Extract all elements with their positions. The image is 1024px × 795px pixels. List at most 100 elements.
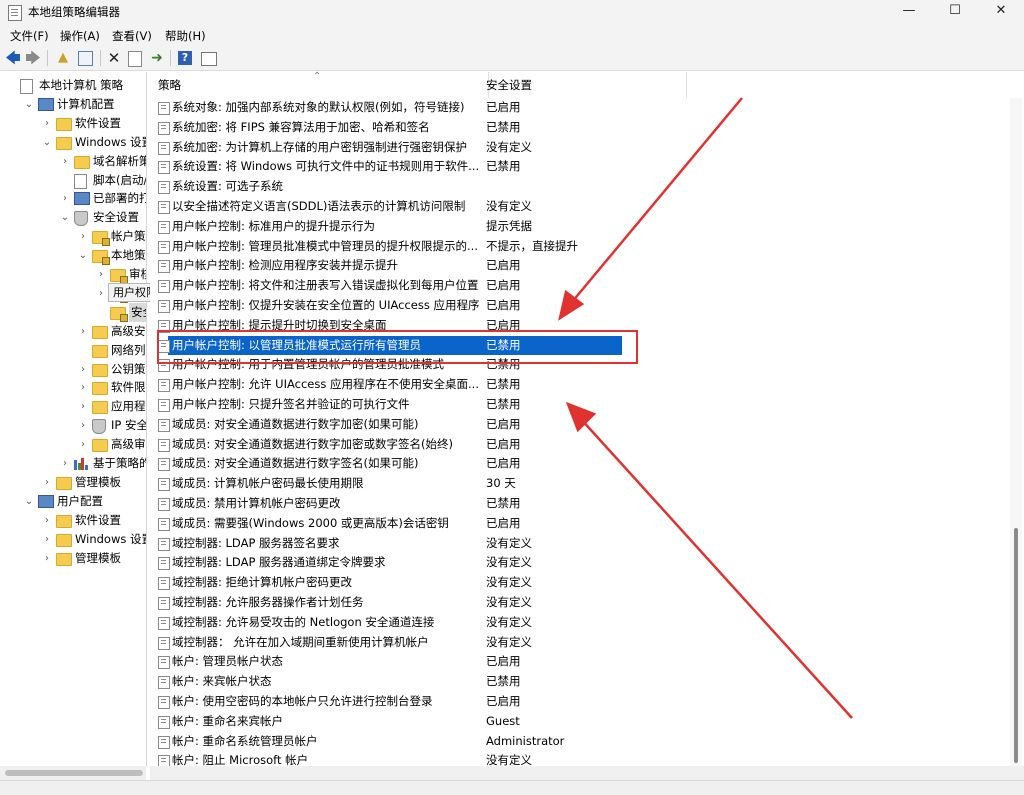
table-row[interactable]: 域控制器: LDAP 服务器通道绑定令牌要求 没有定义: [150, 553, 1010, 573]
view-icon[interactable]: [201, 52, 217, 66]
table-row[interactable]: 用户帐户控制: 将文件和注册表写入错误虚拟化到每用户位置 已启用: [150, 276, 1010, 296]
chevron-right-icon[interactable]: ›: [78, 360, 88, 379]
table-row[interactable]: 域控制器: LDAP 服务器签名要求 没有定义: [150, 534, 1010, 554]
tree-node[interactable]: ⌄ Windows 设置: [0, 133, 146, 152]
chevron-right-icon[interactable]: ›: [60, 189, 70, 208]
table-row[interactable]: 系统加密: 为计算机上存储的用户密钥强制进行强密钥保护 没有定义: [150, 138, 1010, 158]
table-row[interactable]: 系统设置: 将 Windows 可执行文件中的证书规则用于软件... 已禁用: [150, 157, 1010, 177]
tree-node[interactable]: › 帐户策略: [0, 227, 146, 247]
table-row[interactable]: 域成员: 对安全通道数据进行数字加密(如果可能) 已启用: [150, 415, 1010, 435]
tree-node[interactable]: › 域名解析策略: [0, 152, 146, 171]
table-row[interactable]: 帐户: 重命名系统管理员帐户 Administrator: [150, 732, 1010, 752]
policy-horizontal-scrollbar[interactable]: [150, 766, 1024, 780]
up-folder-icon[interactable]: ▲: [54, 49, 72, 67]
tree-node[interactable]: ⌄ 用户配置: [0, 492, 146, 511]
table-row[interactable]: 用户帐户控制: 允许 UIAccess 应用程序在不使用安全桌面... 已禁用: [150, 375, 1010, 395]
chevron-right-icon[interactable]: ›: [78, 322, 88, 341]
table-row[interactable]: 系统加密: 将 FIPS 兼容算法用于加密、哈希和签名 已禁用: [150, 118, 1010, 138]
maximize-button[interactable]: ☐: [932, 0, 978, 24]
table-row[interactable]: 域控制器: 允许服务器操作者计划任务 没有定义: [150, 593, 1010, 613]
tree-node[interactable]: › IP 安全策: [0, 416, 146, 435]
policy-vertical-scrollbar[interactable]: [1010, 98, 1022, 766]
tree-node[interactable]: 安全选: [0, 302, 146, 322]
back-arrow-icon[interactable]: 🡄: [4, 49, 22, 67]
tree-node[interactable]: › 高级安全: [0, 322, 146, 341]
table-row[interactable]: 用户帐户控制: 管理员批准模式中管理员的提升权限提示的... 不提示，直接提升: [150, 237, 1010, 257]
chevron-right-icon[interactable]: ›: [78, 416, 88, 435]
tree-node[interactable]: 本地计算机 策略: [0, 76, 146, 95]
tree-node[interactable]: › 基于策略的 C: [0, 454, 146, 473]
chevron-down-icon[interactable]: ⌄: [78, 246, 88, 265]
table-row[interactable]: 用户帐户控制: 只提升签名并验证的可执行文件 已禁用: [150, 395, 1010, 415]
tree-scroll-thumb[interactable]: [5, 770, 143, 776]
chevron-right-icon[interactable]: ›: [60, 152, 70, 171]
table-row[interactable]: 用户帐户控制: 仅提升安装在安全位置的 UIAccess 应用程序 已启用: [150, 296, 1010, 316]
show-tree-icon[interactable]: [78, 51, 93, 66]
table-row[interactable]: 域成员: 对安全通道数据进行数字加密或数字签名(始终) 已启用: [150, 435, 1010, 455]
chevron-right-icon[interactable]: ›: [42, 549, 52, 568]
table-row[interactable]: 域控制器: 拒绝计算机帐户密码更改 没有定义: [150, 573, 1010, 593]
table-row[interactable]: 域成员: 需要强(Windows 2000 或更高版本)会话密钥 已启用: [150, 514, 1010, 534]
table-row[interactable]: 以安全描述符定义语言(SDDL)语法表示的计算机访问限制 没有定义: [150, 197, 1010, 217]
chevron-right-icon[interactable]: ›: [42, 473, 52, 492]
chevron-right-icon[interactable]: ›: [78, 435, 88, 454]
policy-scroll-thumb[interactable]: [1014, 528, 1018, 763]
tree-node[interactable]: › 高级审核: [0, 435, 146, 454]
tree-node[interactable]: 网络列表: [0, 341, 146, 360]
chevron-right-icon[interactable]: ›: [78, 397, 88, 416]
close-button[interactable]: ✕: [978, 0, 1024, 24]
table-row[interactable]: 帐户: 重命名来宾帐户 Guest: [150, 712, 1010, 732]
tree-node[interactable]: › 审核策: [0, 265, 146, 284]
chevron-down-icon[interactable]: ⌄: [24, 95, 34, 114]
menu-file[interactable]: 文件(F): [10, 28, 49, 44]
tree-node[interactable]: › 公钥策略: [0, 360, 146, 379]
menu-view[interactable]: 查看(V): [112, 28, 152, 44]
table-row[interactable]: 帐户: 使用空密码的本地帐户只允许进行控制台登录 已启用: [150, 692, 1010, 712]
tree-node[interactable]: ⌄ 本地策略: [0, 246, 146, 266]
column-header-setting[interactable]: 安全设置: [481, 72, 687, 98]
table-row[interactable]: 域控制器: 允许易受攻击的 Netlogon 安全通道连接 没有定义: [150, 613, 1010, 633]
table-row[interactable]: 域成员: 禁用计算机帐户密码更改 已禁用: [150, 494, 1010, 514]
export-list-icon[interactable]: ➜: [148, 49, 166, 67]
tree-node[interactable]: › 管理模板: [0, 473, 146, 492]
table-row[interactable]: 域成员: 计算机帐户密码最长使用期限 30 天: [150, 474, 1010, 494]
column-header-policy[interactable]: 策略 ⌃: [150, 72, 489, 98]
forward-arrow-icon[interactable]: 🡆: [24, 49, 42, 67]
table-row[interactable]: 系统对象: 加强内部系统对象的默认权限(例如，符号链接) 已启用: [150, 98, 1010, 118]
chevron-right-icon[interactable]: ›: [96, 284, 106, 303]
chevron-right-icon[interactable]: ›: [42, 511, 52, 530]
menu-help[interactable]: 帮助(H): [165, 28, 206, 44]
table-row[interactable]: 域控制器： 允许在加入域期间重新使用计算机帐户 没有定义: [150, 633, 1010, 653]
minimize-button[interactable]: —: [886, 0, 932, 24]
table-row[interactable]: 域成员: 对安全通道数据进行数字签名(如果可能) 已启用: [150, 454, 1010, 474]
chevron-right-icon[interactable]: ›: [42, 530, 52, 549]
chevron-right-icon[interactable]: ›: [78, 378, 88, 397]
table-row[interactable]: 用户帐户控制: 标准用户的提升提示行为 提示凭据: [150, 217, 1010, 237]
tree-node[interactable]: ⌄ 计算机配置: [0, 95, 146, 114]
tree-node[interactable]: › 管理模板: [0, 549, 146, 568]
tree-node[interactable]: › Windows 设置: [0, 530, 146, 549]
chevron-down-icon[interactable]: ⌄: [42, 133, 52, 152]
chevron-right-icon[interactable]: ›: [42, 114, 52, 133]
menu-action[interactable]: 操作(A): [60, 28, 100, 44]
tree-node[interactable]: › 已部署的打印: [0, 189, 146, 208]
table-row[interactable]: 帐户: 来宾帐户状态 已禁用: [150, 672, 1010, 692]
properties-icon[interactable]: [128, 51, 142, 67]
chevron-down-icon[interactable]: ⌄: [24, 492, 34, 511]
chevron-down-icon[interactable]: ⌄: [60, 208, 70, 227]
table-row[interactable]: 用户帐户控制: 检测应用程序安装并提示提升 已启用: [150, 256, 1010, 276]
tree-node[interactable]: › 软件设置: [0, 114, 146, 133]
table-row[interactable]: 系统设置: 可选子系统: [150, 177, 1010, 197]
tree-node[interactable]: › 软件限制: [0, 378, 146, 397]
tree-horizontal-scrollbar[interactable]: [0, 766, 146, 780]
table-row[interactable]: 帐户: 管理员帐户状态 已启用: [150, 652, 1010, 672]
tree-node[interactable]: › 应用程序: [0, 397, 146, 416]
help-icon[interactable]: ?: [178, 51, 192, 65]
chevron-right-icon[interactable]: ›: [78, 227, 88, 246]
tree-node[interactable]: 脚本(启动/关: [0, 171, 146, 190]
tree-node[interactable]: › 软件设置: [0, 511, 146, 530]
delete-icon[interactable]: ✕: [105, 49, 123, 67]
chevron-right-icon[interactable]: ›: [60, 454, 70, 473]
chevron-right-icon[interactable]: ›: [96, 265, 106, 284]
tree-node[interactable]: ⌄ 安全设置: [0, 208, 146, 227]
